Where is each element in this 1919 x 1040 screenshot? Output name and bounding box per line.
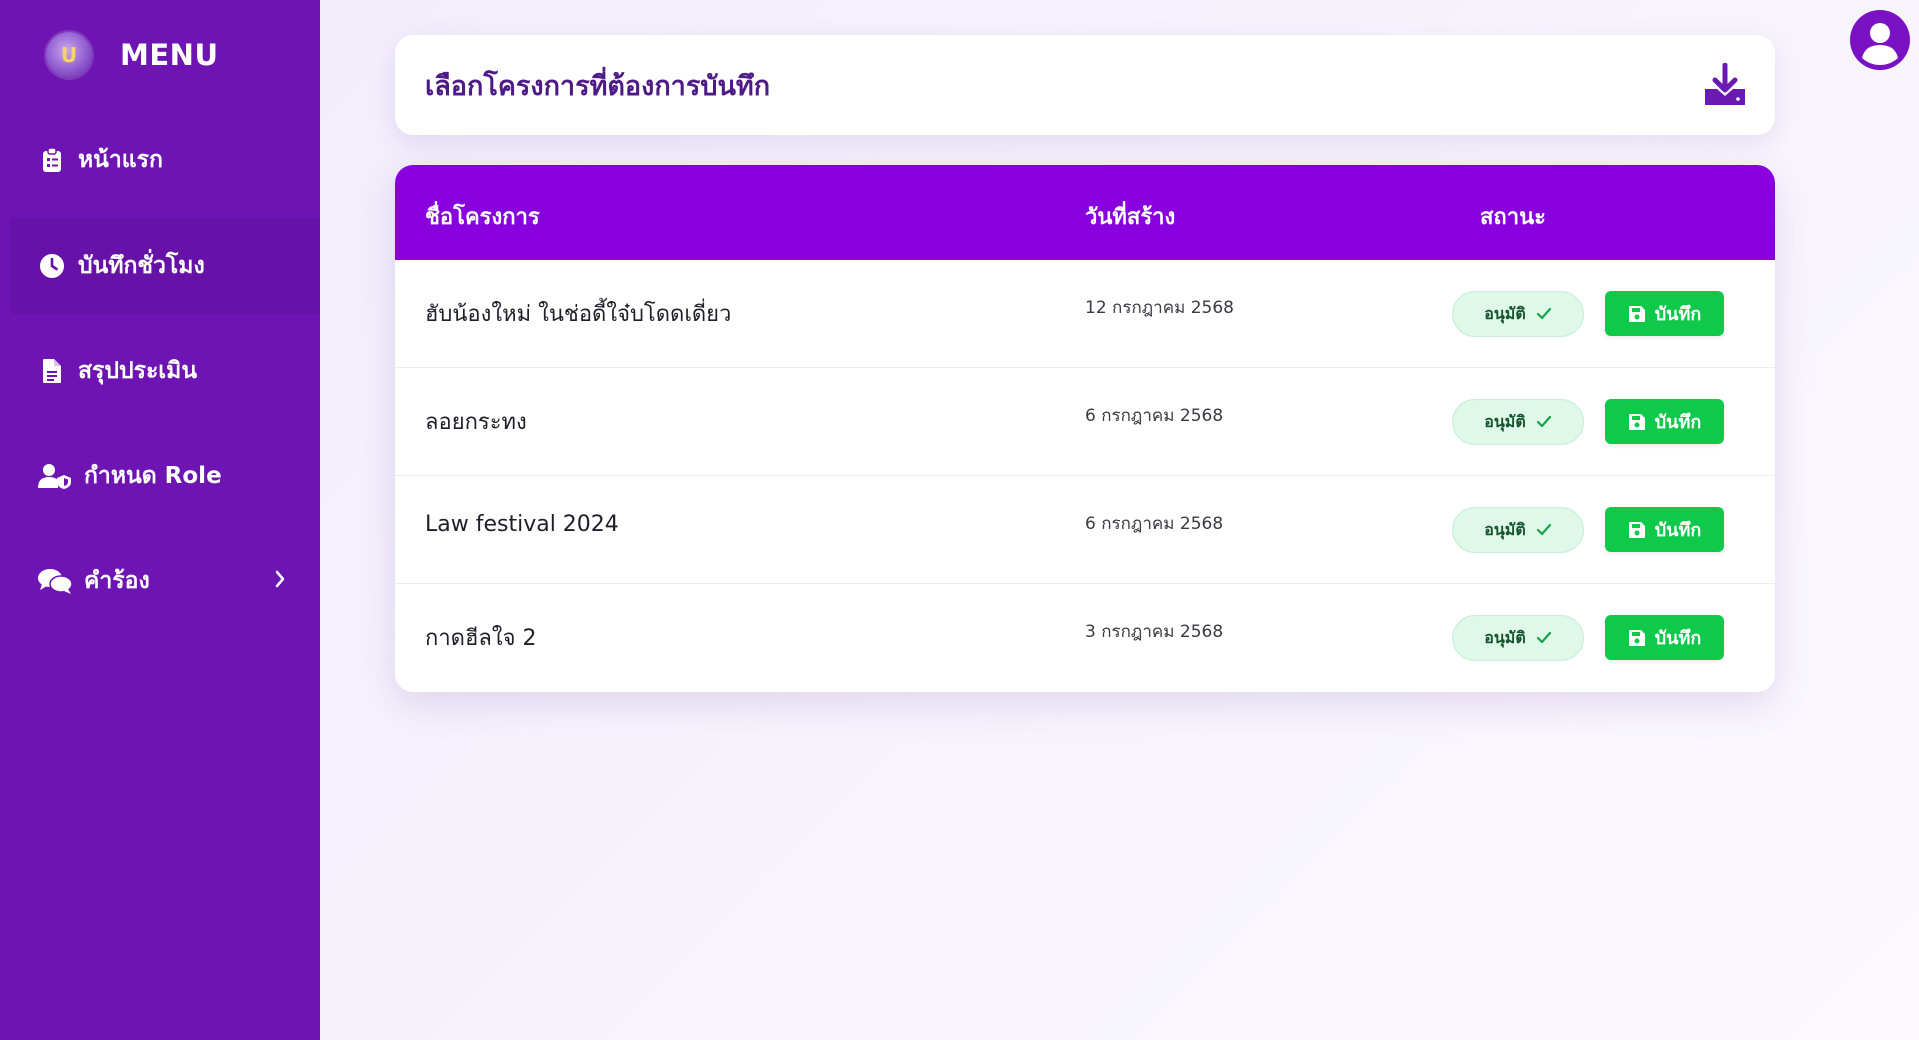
check-icon (1536, 415, 1551, 428)
sidebar: U MENU หน้าแรก บันทึกชั่วโมง สรุปประเมิน… (0, 0, 320, 1040)
file-icon (38, 357, 66, 385)
table-row: กาดฮีลใจ 2 3 กรกฎาคม 2568 อนุมัติ บันทึก (395, 584, 1775, 692)
save-button[interactable]: บันทึก (1605, 615, 1724, 660)
column-header-name: ชื่อโครงการ (425, 205, 540, 230)
floppy-disk-icon (1628, 413, 1645, 430)
project-name: กาดฮีลใจ 2 (425, 626, 537, 651)
sidebar-brand: U MENU (0, 0, 320, 110)
project-date: 6 กรกฎาคม 2568 (1085, 406, 1224, 426)
sidebar-item-hours[interactable]: บันทึกชั่วโมง (10, 218, 320, 314)
project-date: 12 กรกฎาคม 2568 (1085, 298, 1234, 318)
project-date: 6 กรกฎาคม 2568 (1085, 514, 1224, 534)
sidebar-item-label: บันทึกชั่วโมง (78, 253, 205, 279)
status-badge: อนุมัติ (1452, 507, 1584, 553)
clock-icon (38, 252, 66, 280)
project-date: 3 กรกฎาคม 2568 (1085, 622, 1224, 642)
check-icon (1536, 523, 1551, 536)
table-header: ชื่อโครงการ วันที่สร้าง สถานะ (395, 165, 1775, 260)
status-badge: อนุมัติ (1452, 291, 1584, 337)
save-label: บันทึก (1654, 628, 1702, 649)
floppy-disk-icon (1628, 305, 1645, 322)
sidebar-item-label: คำร้อง (84, 568, 150, 594)
save-button[interactable]: บันทึก (1605, 291, 1724, 336)
status-badge: อนุมัติ (1452, 399, 1584, 445)
save-button[interactable]: บันทึก (1605, 507, 1724, 552)
comments-icon (38, 567, 72, 595)
column-header-status: สถานะ (1480, 205, 1546, 230)
status-label: อนุมัติ (1484, 411, 1526, 431)
floppy-disk-icon (1628, 629, 1645, 646)
sidebar-item-home[interactable]: หน้าแรก (10, 112, 320, 208)
save-label: บันทึก (1654, 520, 1702, 541)
save-button[interactable]: บันทึก (1605, 399, 1724, 444)
sidebar-item-label: หน้าแรก (78, 147, 163, 173)
status-label: อนุมัติ (1484, 519, 1526, 539)
project-name: ฮับน้องใหม่ ในช่อดี้ใจ๋บโดดเดี่ยว (425, 302, 732, 327)
save-label: บันทึก (1654, 412, 1702, 433)
sidebar-item-requests[interactable]: คำร้อง (10, 533, 320, 629)
menu-title: MENU (120, 38, 219, 72)
save-label: บันทึก (1654, 304, 1702, 325)
clipboard-icon (38, 146, 66, 174)
sidebar-item-summary[interactable]: สรุปประเมิน (10, 323, 320, 419)
projects-table: ชื่อโครงการ วันที่สร้าง สถานะ ฮับน้องใหม… (395, 165, 1775, 692)
column-header-date: วันที่สร้าง (1085, 205, 1176, 230)
page-title: เลือกโครงการที่ต้องการบันทึก (425, 70, 771, 102)
sidebar-item-label: กำหนด Role (84, 463, 222, 489)
app-logo: U (46, 32, 92, 78)
user-shield-icon (38, 462, 72, 490)
check-icon (1536, 307, 1551, 320)
page-header-card: เลือกโครงการที่ต้องการบันทึก (395, 35, 1775, 135)
check-icon (1536, 631, 1551, 644)
project-name: Law festival 2024 (425, 512, 619, 537)
sidebar-item-role[interactable]: กำหนด Role (10, 428, 320, 524)
status-badge: อนุมัติ (1452, 615, 1584, 661)
table-row: ลอยกระทง 6 กรกฎาคม 2568 อนุมัติ บันทึก (395, 368, 1775, 476)
table-row: Law festival 2024 6 กรกฎาคม 2568 อนุมัติ… (395, 476, 1775, 584)
table-row: ฮับน้องใหม่ ในช่อดี้ใจ๋บโดดเดี่ยว 12 กรก… (395, 260, 1775, 368)
project-name: ลอยกระทง (425, 410, 527, 435)
status-label: อนุมัติ (1484, 627, 1526, 647)
chevron-right-icon (274, 569, 286, 595)
status-label: อนุมัติ (1484, 303, 1526, 323)
download-icon[interactable] (1703, 62, 1747, 107)
logo-text: U (60, 43, 78, 67)
user-avatar-icon[interactable] (1849, 9, 1911, 71)
sidebar-item-label: สรุปประเมิน (78, 358, 198, 384)
floppy-disk-icon (1628, 521, 1645, 538)
